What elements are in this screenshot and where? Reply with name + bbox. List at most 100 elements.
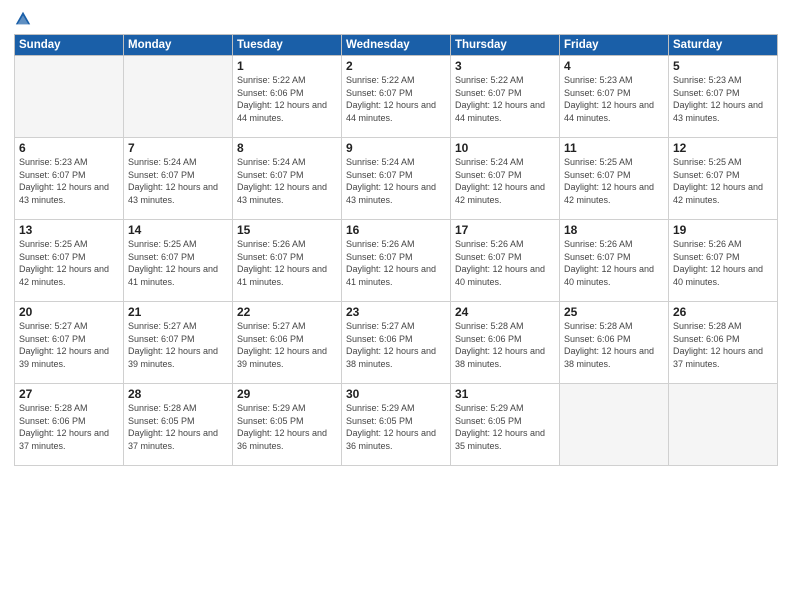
day-info: Sunrise: 5:27 AMSunset: 6:06 PMDaylight:… <box>346 320 446 370</box>
calendar-cell <box>15 56 124 138</box>
calendar-cell <box>124 56 233 138</box>
day-info: Sunrise: 5:27 AMSunset: 6:07 PMDaylight:… <box>128 320 228 370</box>
calendar-cell: 23Sunrise: 5:27 AMSunset: 6:06 PMDayligh… <box>342 302 451 384</box>
day-number: 9 <box>346 141 446 155</box>
day-number: 24 <box>455 305 555 319</box>
day-info: Sunrise: 5:24 AMSunset: 6:07 PMDaylight:… <box>346 156 446 206</box>
day-info: Sunrise: 5:23 AMSunset: 6:07 PMDaylight:… <box>19 156 119 206</box>
day-number: 31 <box>455 387 555 401</box>
calendar-cell: 25Sunrise: 5:28 AMSunset: 6:06 PMDayligh… <box>560 302 669 384</box>
calendar-cell: 16Sunrise: 5:26 AMSunset: 6:07 PMDayligh… <box>342 220 451 302</box>
day-number: 18 <box>564 223 664 237</box>
day-number: 4 <box>564 59 664 73</box>
calendar-cell: 20Sunrise: 5:27 AMSunset: 6:07 PMDayligh… <box>15 302 124 384</box>
day-number: 19 <box>673 223 773 237</box>
day-number: 10 <box>455 141 555 155</box>
calendar-cell: 31Sunrise: 5:29 AMSunset: 6:05 PMDayligh… <box>451 384 560 466</box>
calendar-week-row: 13Sunrise: 5:25 AMSunset: 6:07 PMDayligh… <box>15 220 778 302</box>
day-number: 17 <box>455 223 555 237</box>
calendar-cell: 29Sunrise: 5:29 AMSunset: 6:05 PMDayligh… <box>233 384 342 466</box>
weekday-header: Saturday <box>669 35 778 56</box>
day-info: Sunrise: 5:23 AMSunset: 6:07 PMDaylight:… <box>564 74 664 124</box>
day-number: 1 <box>237 59 337 73</box>
day-number: 28 <box>128 387 228 401</box>
day-number: 22 <box>237 305 337 319</box>
day-number: 11 <box>564 141 664 155</box>
day-info: Sunrise: 5:26 AMSunset: 6:07 PMDaylight:… <box>564 238 664 288</box>
day-info: Sunrise: 5:29 AMSunset: 6:05 PMDaylight:… <box>455 402 555 452</box>
day-info: Sunrise: 5:24 AMSunset: 6:07 PMDaylight:… <box>455 156 555 206</box>
day-number: 3 <box>455 59 555 73</box>
day-info: Sunrise: 5:27 AMSunset: 6:07 PMDaylight:… <box>19 320 119 370</box>
day-number: 8 <box>237 141 337 155</box>
weekday-header: Thursday <box>451 35 560 56</box>
calendar-cell: 11Sunrise: 5:25 AMSunset: 6:07 PMDayligh… <box>560 138 669 220</box>
day-info: Sunrise: 5:27 AMSunset: 6:06 PMDaylight:… <box>237 320 337 370</box>
day-number: 29 <box>237 387 337 401</box>
calendar-cell: 24Sunrise: 5:28 AMSunset: 6:06 PMDayligh… <box>451 302 560 384</box>
calendar-cell: 4Sunrise: 5:23 AMSunset: 6:07 PMDaylight… <box>560 56 669 138</box>
day-info: Sunrise: 5:25 AMSunset: 6:07 PMDaylight:… <box>128 238 228 288</box>
calendar-cell: 22Sunrise: 5:27 AMSunset: 6:06 PMDayligh… <box>233 302 342 384</box>
weekday-header: Monday <box>124 35 233 56</box>
weekday-header-row: SundayMondayTuesdayWednesdayThursdayFrid… <box>15 35 778 56</box>
calendar-cell: 30Sunrise: 5:29 AMSunset: 6:05 PMDayligh… <box>342 384 451 466</box>
day-number: 27 <box>19 387 119 401</box>
day-number: 6 <box>19 141 119 155</box>
calendar-cell: 18Sunrise: 5:26 AMSunset: 6:07 PMDayligh… <box>560 220 669 302</box>
day-number: 25 <box>564 305 664 319</box>
calendar-cell: 2Sunrise: 5:22 AMSunset: 6:07 PMDaylight… <box>342 56 451 138</box>
calendar-cell: 26Sunrise: 5:28 AMSunset: 6:06 PMDayligh… <box>669 302 778 384</box>
day-number: 30 <box>346 387 446 401</box>
day-number: 12 <box>673 141 773 155</box>
logo <box>14 10 35 28</box>
page: SundayMondayTuesdayWednesdayThursdayFrid… <box>0 0 792 612</box>
day-info: Sunrise: 5:28 AMSunset: 6:06 PMDaylight:… <box>19 402 119 452</box>
calendar-week-row: 27Sunrise: 5:28 AMSunset: 6:06 PMDayligh… <box>15 384 778 466</box>
calendar-cell: 27Sunrise: 5:28 AMSunset: 6:06 PMDayligh… <box>15 384 124 466</box>
weekday-header: Friday <box>560 35 669 56</box>
day-number: 15 <box>237 223 337 237</box>
calendar-cell: 5Sunrise: 5:23 AMSunset: 6:07 PMDaylight… <box>669 56 778 138</box>
day-number: 13 <box>19 223 119 237</box>
calendar-cell: 28Sunrise: 5:28 AMSunset: 6:05 PMDayligh… <box>124 384 233 466</box>
day-info: Sunrise: 5:28 AMSunset: 6:06 PMDaylight:… <box>673 320 773 370</box>
day-info: Sunrise: 5:22 AMSunset: 6:07 PMDaylight:… <box>455 74 555 124</box>
day-info: Sunrise: 5:28 AMSunset: 6:06 PMDaylight:… <box>564 320 664 370</box>
day-info: Sunrise: 5:23 AMSunset: 6:07 PMDaylight:… <box>673 74 773 124</box>
day-info: Sunrise: 5:25 AMSunset: 6:07 PMDaylight:… <box>19 238 119 288</box>
calendar-cell: 19Sunrise: 5:26 AMSunset: 6:07 PMDayligh… <box>669 220 778 302</box>
calendar: SundayMondayTuesdayWednesdayThursdayFrid… <box>14 34 778 466</box>
day-info: Sunrise: 5:26 AMSunset: 6:07 PMDaylight:… <box>237 238 337 288</box>
calendar-cell: 10Sunrise: 5:24 AMSunset: 6:07 PMDayligh… <box>451 138 560 220</box>
day-number: 5 <box>673 59 773 73</box>
calendar-week-row: 6Sunrise: 5:23 AMSunset: 6:07 PMDaylight… <box>15 138 778 220</box>
calendar-cell: 7Sunrise: 5:24 AMSunset: 6:07 PMDaylight… <box>124 138 233 220</box>
day-info: Sunrise: 5:28 AMSunset: 6:05 PMDaylight:… <box>128 402 228 452</box>
day-number: 16 <box>346 223 446 237</box>
calendar-cell: 15Sunrise: 5:26 AMSunset: 6:07 PMDayligh… <box>233 220 342 302</box>
calendar-week-row: 1Sunrise: 5:22 AMSunset: 6:06 PMDaylight… <box>15 56 778 138</box>
weekday-header: Wednesday <box>342 35 451 56</box>
day-info: Sunrise: 5:22 AMSunset: 6:07 PMDaylight:… <box>346 74 446 124</box>
day-info: Sunrise: 5:24 AMSunset: 6:07 PMDaylight:… <box>128 156 228 206</box>
calendar-cell: 21Sunrise: 5:27 AMSunset: 6:07 PMDayligh… <box>124 302 233 384</box>
day-number: 7 <box>128 141 228 155</box>
calendar-cell: 8Sunrise: 5:24 AMSunset: 6:07 PMDaylight… <box>233 138 342 220</box>
day-number: 2 <box>346 59 446 73</box>
calendar-cell: 12Sunrise: 5:25 AMSunset: 6:07 PMDayligh… <box>669 138 778 220</box>
weekday-header: Tuesday <box>233 35 342 56</box>
day-number: 21 <box>128 305 228 319</box>
day-info: Sunrise: 5:29 AMSunset: 6:05 PMDaylight:… <box>237 402 337 452</box>
day-info: Sunrise: 5:22 AMSunset: 6:06 PMDaylight:… <box>237 74 337 124</box>
day-number: 20 <box>19 305 119 319</box>
calendar-cell: 9Sunrise: 5:24 AMSunset: 6:07 PMDaylight… <box>342 138 451 220</box>
day-info: Sunrise: 5:26 AMSunset: 6:07 PMDaylight:… <box>346 238 446 288</box>
header <box>14 10 778 28</box>
calendar-cell: 1Sunrise: 5:22 AMSunset: 6:06 PMDaylight… <box>233 56 342 138</box>
calendar-cell: 17Sunrise: 5:26 AMSunset: 6:07 PMDayligh… <box>451 220 560 302</box>
day-info: Sunrise: 5:28 AMSunset: 6:06 PMDaylight:… <box>455 320 555 370</box>
day-number: 14 <box>128 223 228 237</box>
calendar-cell: 6Sunrise: 5:23 AMSunset: 6:07 PMDaylight… <box>15 138 124 220</box>
day-info: Sunrise: 5:24 AMSunset: 6:07 PMDaylight:… <box>237 156 337 206</box>
